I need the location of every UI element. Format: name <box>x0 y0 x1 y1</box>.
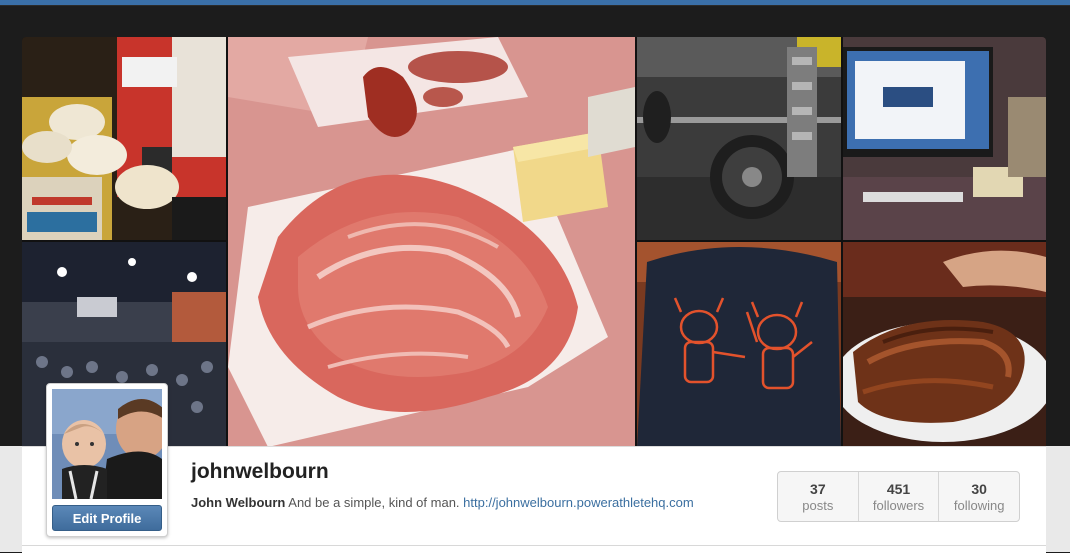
profile-full-name: John Welbourn <box>191 495 286 510</box>
profile-photo-grid <box>22 37 1046 447</box>
stat-posts[interactable]: 37 posts <box>778 472 859 521</box>
top-divider <box>0 5 1070 6</box>
photo-tile-barbell[interactable] <box>637 37 841 240</box>
profile-bio-text: And be a simple, kind of man. <box>285 495 464 510</box>
photo-tile-tshirt[interactable] <box>637 242 841 447</box>
profile-website-link[interactable]: http://johnwelbourn.powerathletehq.com <box>463 495 694 510</box>
stat-followers-count: 451 <box>886 481 911 497</box>
photo-tile-prosciutto[interactable] <box>228 37 635 447</box>
stat-following[interactable]: 30 following <box>939 472 1019 521</box>
photo-tile-coconut-oil[interactable] <box>22 37 226 240</box>
stat-followers-label: followers <box>872 498 925 513</box>
avatar[interactable] <box>52 389 162 499</box>
stat-following-label: following <box>953 498 1005 513</box>
profile-bio: John Welbourn And be a simple, kind of m… <box>191 495 694 510</box>
stat-followers[interactable]: 451 followers <box>859 472 940 521</box>
profile-username: johnwelbourn <box>191 460 329 483</box>
stat-posts-label: posts <box>802 498 834 513</box>
stat-following-count: 30 <box>971 481 987 497</box>
avatar-frame: Edit Profile <box>46 383 168 537</box>
photo-tile-computer[interactable] <box>843 37 1046 240</box>
profile-stats: 37 posts 451 followers 30 following <box>777 471 1020 522</box>
stat-posts-count: 37 <box>810 481 826 497</box>
photo-tile-grilled-meat[interactable] <box>843 242 1046 447</box>
edit-profile-button[interactable]: Edit Profile <box>52 505 162 531</box>
card-divider <box>22 545 1046 546</box>
